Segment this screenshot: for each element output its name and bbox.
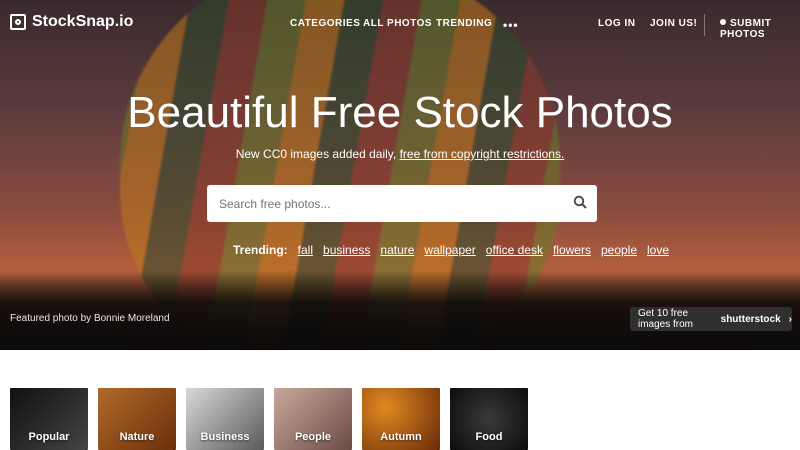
category-tiles: Popular Nature Business People Autumn Fo… xyxy=(10,388,528,450)
trending-tags: Trending: fall business nature wallpaper… xyxy=(233,243,669,257)
subtitle-text: New CC0 images added daily, xyxy=(235,147,397,161)
tag-fall[interactable]: fall xyxy=(298,243,313,257)
category-label: Food xyxy=(475,431,503,443)
category-autumn[interactable]: Autumn xyxy=(362,388,440,450)
tag-business[interactable]: business xyxy=(323,243,370,257)
hero-subtitle: New CC0 images added daily, free from co… xyxy=(0,147,800,161)
nav-trending[interactable]: TRENDING xyxy=(436,18,492,29)
tag-office-desk[interactable]: office desk xyxy=(486,243,543,257)
trending-label: Trending: xyxy=(233,243,288,257)
category-label: People xyxy=(294,431,332,443)
nav-all-photos[interactable]: ALL PHOTOS xyxy=(363,18,432,29)
category-popular[interactable]: Popular xyxy=(10,388,88,450)
submit-photos-button[interactable]: SUBMIT PHOTOS xyxy=(720,18,800,40)
nav-join-us[interactable]: JOIN US! xyxy=(650,18,697,29)
tag-flowers[interactable]: flowers xyxy=(553,243,591,257)
copyright-link[interactable]: free from copyright restrictions. xyxy=(400,147,565,161)
category-label: Business xyxy=(200,431,250,443)
more-menu-icon[interactable]: ••• xyxy=(503,18,519,32)
top-nav: StockSnap.io CATEGORIES ALL PHOTOS TREND… xyxy=(0,0,800,48)
category-business[interactable]: Business xyxy=(186,388,264,450)
tag-nature[interactable]: nature xyxy=(380,243,414,257)
category-label: Nature xyxy=(119,431,155,443)
promo-text: Get 10 free images from xyxy=(638,308,694,330)
nav-log-in[interactable]: LOG IN xyxy=(598,18,635,29)
promo-brand: shutterstock xyxy=(720,313,781,325)
tag-people[interactable]: people xyxy=(601,243,637,257)
tag-wallpaper[interactable]: wallpaper xyxy=(424,243,475,257)
search-icon[interactable] xyxy=(573,195,587,209)
credit-name[interactable]: Bonnie Moreland xyxy=(94,313,170,324)
category-nature[interactable]: Nature xyxy=(98,388,176,450)
hero: StockSnap.io CATEGORIES ALL PHOTOS TREND… xyxy=(0,0,800,350)
photo-credit: Featured photo by Bonnie Moreland xyxy=(10,313,170,324)
category-people[interactable]: People xyxy=(274,388,352,450)
category-label: Autumn xyxy=(380,431,422,443)
category-label: Popular xyxy=(28,431,70,443)
nav-divider xyxy=(704,14,705,36)
hero-title: Beautiful Free Stock Photos xyxy=(127,88,673,137)
nav-categories[interactable]: CATEGORIES xyxy=(290,18,360,29)
camera-icon xyxy=(10,14,26,30)
category-food[interactable]: Food xyxy=(450,388,528,450)
search-box xyxy=(207,185,597,222)
brand-name: StockSnap.io xyxy=(32,13,134,30)
chevron-right-icon: › xyxy=(788,313,792,325)
search-input[interactable] xyxy=(217,195,561,213)
brand-logo[interactable]: StockSnap.io xyxy=(10,13,133,31)
shutterstock-promo-button[interactable]: Get 10 free images from shutterstock › xyxy=(630,307,792,331)
user-icon xyxy=(720,19,726,25)
submit-photos-label: SUBMIT PHOTOS xyxy=(720,18,772,40)
credit-prefix: Featured photo by xyxy=(10,313,92,324)
tag-love[interactable]: love xyxy=(647,243,669,257)
